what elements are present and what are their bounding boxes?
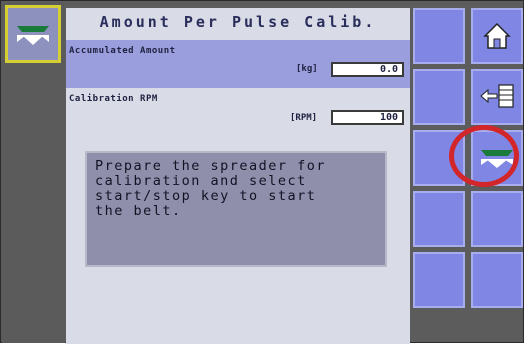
- menu-back-button[interactable]: [471, 69, 523, 125]
- menu-back-icon: [480, 84, 514, 108]
- soft-key-blank-7[interactable]: [471, 252, 523, 308]
- calibration-rpm-label: Calibration RPM: [69, 94, 158, 104]
- highlight-circle: [449, 125, 519, 187]
- home-icon: [483, 22, 511, 49]
- calibration-rpm-unit: [RPM]: [290, 113, 318, 123]
- calibration-rpm-field[interactable]: 100: [331, 110, 404, 125]
- instruction-message: Prepare the spreader for calibration and…: [85, 151, 387, 267]
- soft-key-blank-6[interactable]: [413, 252, 465, 308]
- accumulated-amount-unit: [kg]: [296, 64, 318, 74]
- accumulated-amount-field[interactable]: 0.0: [331, 62, 404, 77]
- display-screen: Amount Per Pulse Calib. Accumulated Amou…: [0, 0, 524, 344]
- spreader-mode-button[interactable]: [5, 5, 61, 63]
- soft-key-blank-2[interactable]: [413, 69, 465, 125]
- accumulated-amount-row: Accumulated Amount [kg] 0.0: [66, 40, 410, 88]
- spreader-icon: [17, 26, 49, 45]
- calibration-panel: Amount Per Pulse Calib. Accumulated Amou…: [66, 8, 410, 344]
- accumulated-amount-label: Accumulated Amount: [69, 46, 176, 56]
- home-button[interactable]: [471, 8, 523, 64]
- soft-key-blank-4[interactable]: [413, 191, 465, 247]
- soft-key-blank-5[interactable]: [471, 191, 523, 247]
- left-panel: [2, 2, 65, 343]
- page-title: Amount Per Pulse Calib.: [66, 8, 410, 38]
- soft-key-blank-1[interactable]: [413, 8, 465, 64]
